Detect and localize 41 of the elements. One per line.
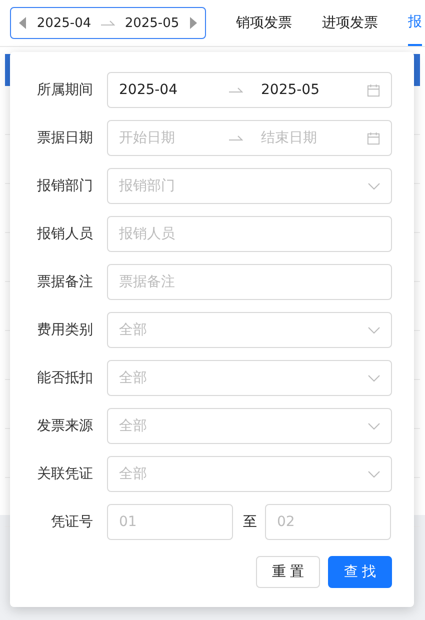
period-end: 2025-05: [124, 16, 180, 30]
field-label: 关联凭证: [36, 465, 93, 483]
chevron-down-icon: [368, 182, 380, 190]
voucher-from-field[interactable]: 01: [107, 504, 233, 540]
text-field[interactable]: 票据备注: [107, 264, 392, 300]
field-label: 费用类别: [36, 321, 93, 339]
end-date-text: 2025-05: [261, 82, 320, 98]
field-label: 报销部门: [36, 177, 93, 195]
chevron-down-icon: [368, 374, 380, 382]
select-placeholder: 全部: [119, 321, 148, 339]
period-picker[interactable]: 2025-04 2025-05: [10, 7, 206, 39]
select-placeholder: 全部: [119, 369, 148, 387]
range-separator: 至: [243, 513, 257, 531]
voucher-to-field[interactable]: 02: [265, 504, 391, 540]
date-range-field[interactable]: 2025-04 2025-05: [107, 72, 392, 108]
text-field[interactable]: 报销人员: [107, 216, 392, 252]
reset-button[interactable]: 重置: [256, 556, 320, 588]
select-placeholder: 全部: [119, 417, 148, 435]
calendar-icon: [367, 84, 380, 96]
chevron-down-icon: [368, 470, 380, 478]
field-label: 票据备注: [36, 273, 93, 291]
field-label: 报销人员: [36, 225, 93, 243]
field-label: 能否抵扣: [36, 369, 93, 387]
field-label: 凭证号: [50, 513, 93, 531]
end-date-text: 结束日期: [261, 129, 318, 147]
start-date-text: 开始日期: [119, 129, 176, 147]
previous-icon[interactable]: [19, 17, 27, 29]
field-label: 票据日期: [36, 129, 93, 147]
select-placeholder: 全部: [119, 465, 148, 483]
start-date-text: 2025-04: [119, 82, 178, 98]
search-button[interactable]: 查找: [328, 556, 392, 588]
chevron-down-icon: [368, 326, 380, 334]
field-label: 发票来源: [36, 417, 93, 435]
select-placeholder: 报销部门: [119, 177, 176, 195]
chevron-down-icon: [368, 422, 380, 430]
next-icon[interactable]: [188, 17, 197, 29]
tab[interactable]: 进项发票: [322, 0, 378, 46]
field-label: 所属期间: [36, 81, 93, 99]
tab[interactable]: 销项发票: [236, 0, 292, 46]
period-start: 2025-04: [36, 16, 92, 30]
calendar-icon: [367, 132, 380, 144]
